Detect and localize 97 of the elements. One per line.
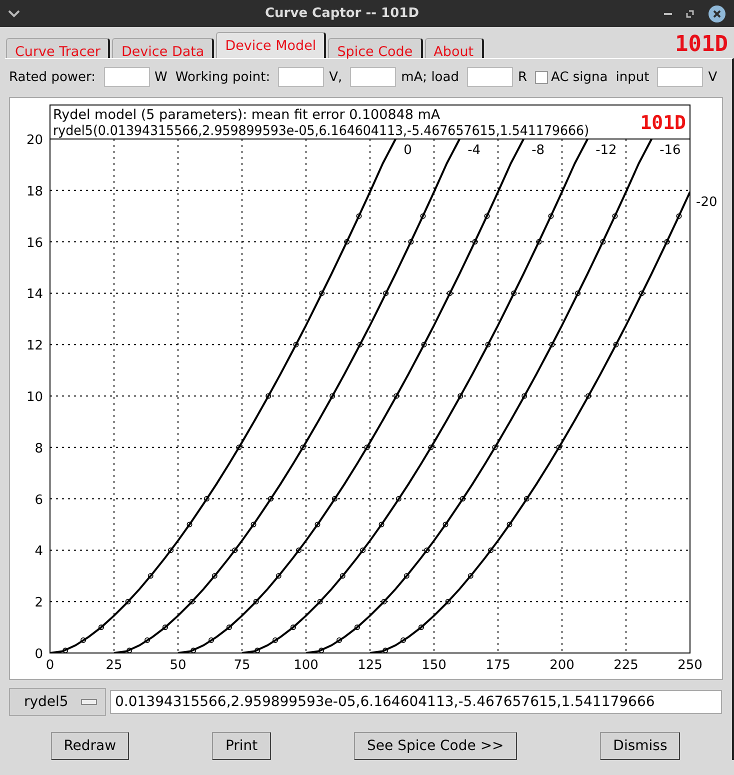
- device-label: 101D: [640, 112, 686, 134]
- data-point: [314, 522, 320, 528]
- axis-tick-label: 8: [34, 441, 43, 456]
- data-point: [62, 648, 68, 654]
- field-label: Working point:: [175, 70, 270, 84]
- curve-label: -16: [660, 143, 681, 158]
- input-field[interactable]: [104, 67, 150, 87]
- data-point: [506, 522, 512, 528]
- dialog-button[interactable]: Print: [212, 732, 271, 760]
- data-point: [676, 213, 682, 219]
- data-point: [378, 522, 384, 528]
- data-point: [208, 637, 214, 643]
- axis-tick-label: 6: [34, 492, 43, 508]
- data-point: [212, 573, 218, 579]
- data-point: [250, 522, 256, 528]
- axis-tick-label: 18: [26, 184, 43, 200]
- tab[interactable]: Device Model: [216, 32, 326, 58]
- data-point: [272, 637, 278, 643]
- axis-tick-label: 10: [26, 390, 43, 405]
- data-point: [442, 522, 448, 528]
- axis-tick-label: 12: [26, 338, 43, 354]
- device-label: 101D: [675, 32, 728, 58]
- axis-tick-label: 200: [550, 658, 574, 673]
- data-point: [98, 624, 104, 630]
- data-point: [168, 547, 174, 553]
- axis-tick-label: 16: [26, 236, 43, 251]
- axis-tick-label: 150: [422, 658, 446, 673]
- data-point: [318, 648, 324, 654]
- data-point: [468, 573, 474, 579]
- data-point: [186, 522, 192, 528]
- curve-label: -20: [696, 194, 718, 210]
- curve-label: -4: [468, 143, 481, 158]
- data-point: [360, 547, 366, 553]
- axis-tick-label: 75: [234, 658, 250, 673]
- axis-tick-label: 125: [358, 658, 382, 673]
- data-point: [126, 648, 132, 654]
- data-point: [190, 648, 196, 654]
- data-point: [144, 637, 150, 643]
- data-point: [612, 213, 618, 219]
- minimize-icon[interactable]: [664, 12, 672, 14]
- data-point: [418, 624, 424, 630]
- model-dropdown[interactable]: rydel5: [9, 688, 106, 716]
- field-label: V,: [329, 70, 342, 84]
- axis-tick-label: 50: [170, 658, 186, 673]
- axis-tick-label: 2: [34, 596, 43, 611]
- field-label: R: [518, 70, 528, 84]
- chevron-down-icon[interactable]: [8, 10, 20, 18]
- dialog-button[interactable]: See Spice Code >>: [354, 732, 517, 760]
- input-field[interactable]: [350, 67, 396, 87]
- data-point: [276, 573, 282, 579]
- data-point: [226, 624, 232, 630]
- parameters-field[interactable]: 0.01394315566,2.959899593e-05,6.164604113,-5.467657615,1.541179666: [110, 690, 722, 714]
- data-point: [354, 624, 360, 630]
- curve-label: 0: [404, 143, 412, 158]
- input-field[interactable]: [278, 67, 324, 87]
- axis-tick-label: 0: [46, 658, 54, 673]
- close-icon[interactable]: [708, 4, 726, 22]
- data-point: [80, 637, 86, 643]
- data-point: [404, 573, 410, 579]
- checkbox-label: AC signa: [551, 70, 608, 84]
- data-point: [356, 213, 362, 219]
- dialog-button[interactable]: Dismiss: [600, 732, 680, 760]
- field-label: Rated power:: [9, 70, 96, 84]
- data-point: [420, 213, 426, 219]
- data-point: [340, 573, 346, 579]
- axis-tick-label: 0: [34, 647, 43, 662]
- axis-tick-label: 25: [106, 658, 122, 673]
- field-label: mA; load: [401, 70, 459, 84]
- plot-formula: rydel5(0.01394315566,2.959899593e-05,6.164604113,-5.467657615,1.541179666): [53, 123, 627, 139]
- data-point: [254, 648, 260, 654]
- data-point: [148, 573, 154, 579]
- axis-tick-label: 20: [26, 133, 43, 148]
- axis-tick-label: 225: [614, 658, 638, 673]
- plot-heading: Rydel model (5 parameters): mean fit error 0.100848 mA: [53, 107, 440, 123]
- input-field[interactable]: [657, 67, 704, 87]
- data-point: [382, 648, 388, 654]
- data-point: [162, 624, 168, 630]
- data-point: [400, 637, 406, 643]
- input-field[interactable]: [466, 67, 513, 87]
- window-title: Curve Captor -- 101D: [264, 6, 420, 21]
- curve-label: -12: [596, 143, 617, 158]
- data-point: [484, 213, 490, 219]
- restore-icon[interactable]: [686, 10, 694, 18]
- field-label: input: [616, 70, 650, 84]
- data-point: [290, 624, 296, 630]
- axis-tick-label: 175: [486, 658, 510, 673]
- axis-tick-label: 14: [26, 287, 43, 302]
- axis-tick-label: 4: [34, 544, 43, 560]
- axis-tick-label: 250: [678, 658, 702, 673]
- checkbox[interactable]: [535, 70, 548, 84]
- field-label: W: [154, 70, 168, 84]
- data-point: [336, 637, 342, 643]
- field-label: V: [708, 70, 718, 84]
- curve-label: -8: [532, 143, 545, 158]
- data-point: [548, 213, 554, 219]
- dialog-button[interactable]: Redraw: [50, 732, 130, 760]
- axis-tick-label: 100: [294, 658, 318, 673]
